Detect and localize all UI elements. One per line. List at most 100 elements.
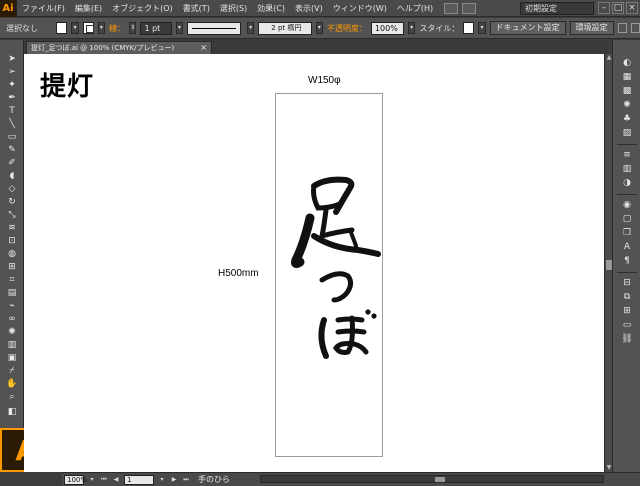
align-icon[interactable] bbox=[617, 23, 627, 33]
variable-width-profile[interactable] bbox=[187, 21, 241, 35]
fill-stroke-icon[interactable]: ◧ bbox=[6, 407, 18, 417]
stroke-dropdown[interactable]: ▾ bbox=[97, 22, 106, 34]
zoom-tool-icon[interactable]: ⌕ bbox=[6, 392, 18, 402]
paragraph-panel-icon[interactable]: ¶ bbox=[621, 256, 633, 266]
stroke-label[interactable]: 線： bbox=[109, 23, 125, 34]
perspective-grid-tool-icon[interactable]: ⊞ bbox=[6, 262, 18, 272]
preferences-button[interactable]: 環境設定 bbox=[569, 21, 614, 35]
graphic-style-dropdown[interactable]: ▾ bbox=[478, 22, 486, 34]
transform-panel-icon[interactable]: ⊞ bbox=[621, 306, 633, 316]
zoom-field[interactable]: 100% bbox=[64, 474, 87, 485]
appearance-panel-icon[interactable]: ◉ bbox=[621, 200, 633, 210]
gradient-panel-icon[interactable]: ▥ bbox=[621, 164, 633, 174]
control-bar: 選択なし ▾ ▾ 線： ⇕ 1 pt ▾ 均等 ▾ 2 pt 楕円 ▾ 不透明度… bbox=[0, 18, 640, 39]
rectangle-tool-icon[interactable]: ▭ bbox=[6, 132, 18, 142]
pathfinder-panel-icon[interactable]: ⧉ bbox=[621, 292, 633, 302]
scale-tool-icon[interactable]: ⤡ bbox=[6, 210, 18, 220]
artboard-canvas[interactable]: 提灯 W150φ H500mm bbox=[24, 54, 604, 472]
column-graph-tool-icon[interactable]: ▥ bbox=[6, 340, 18, 350]
selection-tool-icon[interactable]: ➤ bbox=[6, 54, 18, 64]
symbol-sprayer-tool-icon[interactable]: ✺ bbox=[6, 327, 18, 337]
fill-swatch[interactable] bbox=[56, 22, 68, 34]
rotate-tool-icon[interactable]: ↻ bbox=[6, 197, 18, 207]
menu-select[interactable]: 選択(S) bbox=[215, 3, 252, 14]
free-transform-tool-icon[interactable]: ⊡ bbox=[6, 236, 18, 246]
brushes-panel-icon[interactable]: ✺ bbox=[621, 100, 633, 110]
graphic-style-icon[interactable]: ▢ bbox=[621, 214, 633, 224]
vertical-scrollbar[interactable]: ▲ ▼ bbox=[604, 54, 612, 472]
pen-tool-icon[interactable]: ✒ bbox=[6, 93, 18, 103]
magic-wand-tool-icon[interactable]: ✦ bbox=[6, 80, 18, 90]
pencil-tool-icon[interactable]: ✐ bbox=[6, 158, 18, 168]
character-panel-icon[interactable]: A bbox=[621, 242, 633, 252]
align-panel-icon[interactable]: ⊟ bbox=[621, 278, 633, 288]
horizontal-scroll-thumb[interactable] bbox=[435, 477, 445, 482]
brush-dropdown[interactable]: ▾ bbox=[315, 22, 323, 34]
zoom-dropdown-icon[interactable]: ▾ bbox=[88, 475, 96, 484]
artboard-dropdown-icon[interactable]: ▾ bbox=[158, 475, 166, 484]
links-panel-icon[interactable]: ⛓ bbox=[621, 334, 633, 344]
stroke-panel-icon[interactable]: ≡ bbox=[621, 150, 633, 160]
menu-edit[interactable]: 編集(E) bbox=[70, 3, 107, 14]
brush-definition[interactable]: 2 pt 楕円 bbox=[258, 21, 312, 35]
menu-view[interactable]: 表示(V) bbox=[290, 3, 328, 14]
paintbrush-tool-icon[interactable]: ✎ bbox=[6, 145, 18, 155]
warp-tool-icon[interactable]: ≋ bbox=[6, 223, 18, 233]
menu-window[interactable]: ウィンドウ(W) bbox=[328, 3, 392, 14]
mesh-tool-icon[interactable]: ⌗ bbox=[6, 275, 18, 285]
artboard-number-field[interactable]: 1 bbox=[124, 474, 154, 485]
color-guide-icon[interactable]: ▦ bbox=[621, 72, 633, 82]
artboards-panel-icon[interactable]: ▭ bbox=[621, 320, 633, 330]
minimize-button[interactable]: – bbox=[598, 2, 610, 14]
menu-file[interactable]: ファイル(F) bbox=[17, 3, 70, 14]
eraser-tool-icon[interactable]: ◇ bbox=[6, 184, 18, 194]
direct-selection-tool-icon[interactable]: ➢ bbox=[6, 67, 18, 77]
maximize-button[interactable]: □ bbox=[612, 2, 624, 14]
workspace-switcher[interactable]: 初期設定 bbox=[520, 2, 594, 15]
shape-builder-tool-icon[interactable]: ◍ bbox=[6, 249, 18, 259]
artboard-tool-icon[interactable]: ▣ bbox=[6, 353, 18, 363]
panel-menu-icon[interactable] bbox=[630, 23, 640, 33]
symbols-panel-icon[interactable]: ♣ bbox=[621, 114, 633, 124]
graphic-style-swatch[interactable] bbox=[463, 22, 475, 34]
last-artboard-icon[interactable]: ⏭ bbox=[182, 475, 190, 484]
brush-stroke bbox=[318, 317, 329, 359]
opacity-field[interactable]: 100% bbox=[370, 21, 404, 35]
menu-effect[interactable]: 効果(C) bbox=[252, 3, 290, 14]
color-panel-icon[interactable]: ◐ bbox=[621, 58, 633, 68]
document-setup-button[interactable]: ドキュメント設定 bbox=[489, 21, 566, 35]
menu-type[interactable]: 書式(T) bbox=[178, 3, 215, 14]
close-button[interactable]: × bbox=[626, 2, 638, 14]
stroke-weight-dropdown[interactable]: ▾ bbox=[175, 22, 184, 34]
menu-object[interactable]: オブジェクト(O) bbox=[107, 3, 178, 14]
stroke-swatch[interactable] bbox=[82, 22, 94, 34]
bridge-icon[interactable] bbox=[444, 2, 459, 14]
fill-dropdown[interactable]: ▾ bbox=[71, 22, 79, 34]
opacity-label[interactable]: 不透明度： bbox=[327, 23, 367, 34]
swatches-panel-icon[interactable]: ▩ bbox=[621, 86, 633, 96]
first-artboard-icon[interactable]: ⏮ bbox=[100, 475, 108, 484]
menu-help[interactable]: ヘルプ(H) bbox=[392, 3, 438, 14]
document-tab[interactable]: 提灯_足つぼ.ai @ 100% (CMYK/プレビュー) × bbox=[26, 41, 212, 54]
profile-dropdown[interactable]: ▾ bbox=[246, 22, 255, 34]
opacity-dropdown[interactable]: ▾ bbox=[408, 22, 416, 34]
line-tool-icon[interactable]: ╲ bbox=[6, 119, 18, 129]
blend-tool-icon[interactable]: ∞ bbox=[6, 314, 18, 324]
transparency-panel-icon[interactable]: ◑ bbox=[621, 178, 633, 188]
graphic-styles-panel-icon[interactable]: ▨ bbox=[621, 128, 633, 138]
blob-brush-tool-icon[interactable]: ◖ bbox=[6, 171, 18, 181]
type-tool-icon[interactable]: T bbox=[6, 106, 18, 116]
eyedropper-tool-icon[interactable]: ⌁ bbox=[6, 301, 18, 311]
slice-tool-icon[interactable]: ⌿ bbox=[6, 366, 18, 376]
close-tab-icon[interactable]: × bbox=[200, 42, 207, 54]
next-artboard-icon[interactable]: ▶ bbox=[170, 475, 178, 484]
arrange-documents-icon[interactable] bbox=[462, 2, 477, 14]
previous-artboard-icon[interactable]: ◀ bbox=[112, 475, 120, 484]
gradient-tool-icon[interactable]: ▤ bbox=[6, 288, 18, 298]
horizontal-scrollbar[interactable] bbox=[260, 475, 604, 483]
calligraphy-artwork[interactable] bbox=[274, 174, 384, 364]
stroke-weight-field[interactable]: 1 pt bbox=[140, 21, 172, 35]
hand-tool-icon[interactable]: ✋ bbox=[6, 379, 18, 389]
layers-panel-icon[interactable]: ❐ bbox=[621, 228, 633, 238]
stroke-weight-stepper[interactable]: ⇕ bbox=[129, 22, 137, 34]
